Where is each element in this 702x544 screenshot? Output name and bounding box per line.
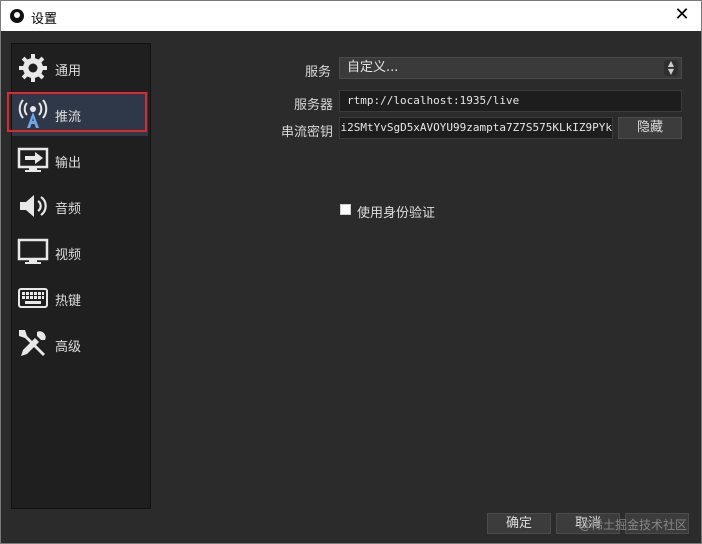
sidebar-item-label: 热键	[55, 294, 82, 309]
use-authentication-checkbox[interactable]	[340, 204, 351, 215]
close-button[interactable]: ✕	[671, 4, 693, 26]
output-monitor-icon	[16, 144, 50, 176]
stream-key-label: 串流密钥	[280, 125, 333, 140]
sidebar-item-hotkeys[interactable]: 热键	[12, 276, 148, 320]
speaker-icon	[16, 190, 50, 222]
sidebar-item-output[interactable]: 输出	[12, 138, 148, 182]
sidebar-item-label: 音频	[55, 202, 82, 217]
title-bar: 设置 ✕	[1, 1, 701, 31]
chevron-updown-icon: ▲ ▼	[664, 60, 678, 76]
sidebar-item-video[interactable]: 视频	[12, 230, 148, 274]
service-select[interactable]: 自定义... ▲ ▼	[339, 57, 682, 79]
gear-icon	[16, 52, 50, 84]
window-title: 设置	[31, 12, 58, 27]
sidebar-item-label: 通用	[55, 64, 82, 79]
settings-window: 设置 ✕ 通用 推流 输出 音频 视频 热键 高级 服务 自定义... ▲ ▼ …	[0, 0, 702, 544]
sidebar-item-stream[interactable]: 推流	[12, 92, 148, 136]
sidebar-item-audio[interactable]: 音频	[12, 184, 148, 228]
sidebar-item-label: 推流	[55, 110, 82, 125]
obs-logo-icon	[10, 9, 24, 23]
sidebar-item-label: 视频	[55, 248, 82, 263]
ok-button[interactable]: 确定	[487, 513, 551, 534]
hide-key-button[interactable]: 隐藏	[618, 117, 682, 139]
sidebar-item-advanced[interactable]: 高级	[12, 322, 148, 366]
settings-sidebar: 通用 推流 输出 音频 视频 热键 高级	[11, 43, 151, 509]
watermark-text: @稀土掘金技术社区	[578, 518, 687, 532]
server-input[interactable]: rtmp://localhost:1935/live	[339, 90, 682, 112]
monitor-icon	[16, 236, 50, 268]
broadcast-antenna-icon	[16, 98, 50, 130]
tools-icon	[16, 328, 50, 360]
sidebar-item-general[interactable]: 通用	[12, 46, 148, 90]
service-value: 自定义...	[347, 60, 399, 75]
sidebar-item-label: 输出	[55, 156, 82, 171]
service-label: 服务	[304, 65, 331, 80]
keyboard-icon	[16, 282, 50, 314]
server-label: 服务器	[293, 98, 333, 113]
stream-key-input[interactable]: 6ti2SMtYvSgD5xAVOYU99zampta7Z7S575KLkIZ9…	[339, 117, 613, 139]
sidebar-item-label: 高级	[55, 340, 82, 355]
use-authentication-label: 使用身份验证	[357, 206, 436, 221]
